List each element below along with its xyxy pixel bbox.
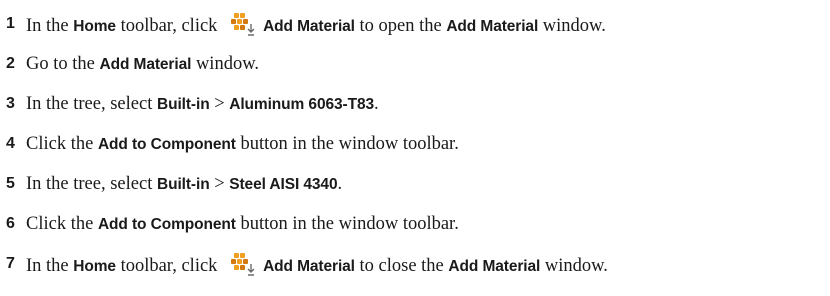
text-run: . — [337, 173, 343, 194]
text-run: button in the window toolbar. — [235, 133, 459, 154]
text-run: to close the — [354, 255, 449, 276]
step-text: In the Home toolbar, click Add Material … — [26, 12, 606, 37]
ui-term: Home — [73, 257, 116, 275]
step-number: 6 — [6, 215, 15, 232]
text-run: Click the — [26, 213, 98, 234]
text-run: In the tree, select — [26, 93, 157, 114]
text-run: toolbar, click — [115, 255, 223, 276]
step-text: Click the Add to Component button in the… — [26, 214, 459, 235]
ui-term: Home — [73, 17, 116, 35]
ui-term: Add to Component — [97, 215, 236, 233]
text-run: toolbar, click — [115, 15, 223, 36]
step-number: 3 — [6, 95, 15, 112]
ui-term: Built-in — [156, 95, 210, 113]
text-run: > — [209, 173, 230, 194]
text-run: . — [373, 93, 379, 114]
ui-term: Add Material — [263, 17, 355, 35]
step-number: 4 — [6, 135, 15, 152]
text-run: In the — [26, 255, 74, 276]
step-text: Click the Add to Component button in the… — [26, 134, 459, 155]
instruction-steps: 1 In the Home toolbar, click Add Materia… — [6, 4, 826, 284]
step-row: 2 Go to the Add Material window. — [6, 44, 826, 84]
ui-term: Aluminum 6063-T83 — [229, 95, 374, 113]
step-number: 5 — [6, 175, 15, 192]
text-run: In the — [26, 15, 74, 36]
step-text: In the Home toolbar, click Add Material … — [26, 252, 608, 277]
text-run: In the tree, select — [26, 173, 157, 194]
step-row: 6 Click the Add to Component button in t… — [6, 204, 826, 244]
ui-term: Add Material — [263, 257, 355, 275]
step-row: 7 In the Home toolbar, click Add Materia… — [6, 244, 826, 284]
step-text: Go to the Add Material window. — [26, 54, 259, 75]
step-row: 3 In the tree, select Built-in > Aluminu… — [6, 84, 826, 124]
step-row: 1 In the Home toolbar, click Add Materia… — [6, 4, 826, 44]
step-row: 4 Click the Add to Component button in t… — [6, 124, 826, 164]
ui-term: Steel AISI 4340 — [229, 175, 338, 193]
add-material-icon — [230, 252, 256, 276]
step-number: 1 — [6, 15, 15, 32]
text-run: Click the — [26, 133, 98, 154]
text-run: to open the — [354, 15, 447, 36]
text-run: button in the window toolbar. — [235, 213, 459, 234]
text-run: > — [209, 93, 230, 114]
text-run: window. — [540, 255, 608, 276]
text-run: Go to the — [26, 53, 100, 74]
step-row: 5 In the tree, select Built-in > Steel A… — [6, 164, 826, 204]
text-run: window. — [538, 15, 606, 36]
step-number: 2 — [6, 55, 15, 72]
ui-term: Add Material — [448, 257, 541, 275]
add-material-icon — [230, 12, 256, 36]
step-text: In the tree, select Built-in > Steel AIS… — [26, 174, 342, 195]
ui-term: Built-in — [156, 175, 210, 193]
ui-term: Add to Component — [97, 135, 236, 153]
ui-term: Add Material — [99, 55, 192, 73]
step-number: 7 — [6, 255, 15, 272]
ui-term: Add Material — [446, 17, 539, 35]
text-run: window. — [191, 53, 259, 74]
step-text: In the tree, select Built-in > Aluminum … — [26, 94, 379, 115]
